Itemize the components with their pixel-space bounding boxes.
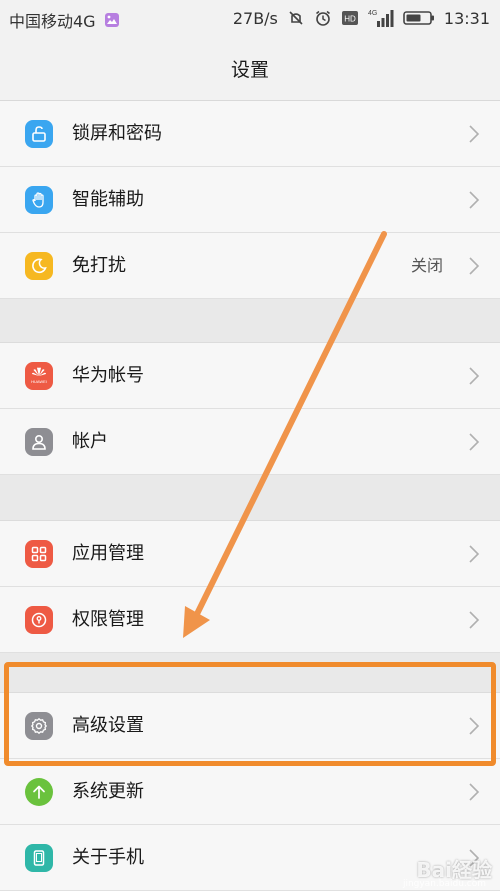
settings-item-permission-management[interactable]: 权限管理: [0, 587, 500, 653]
gear-icon: [25, 712, 53, 740]
chevron-right-icon: [469, 545, 480, 563]
update-icon: [25, 778, 53, 806]
settings-item-label: 应用管理: [72, 543, 144, 564]
settings-item-label: 免打扰: [72, 255, 126, 276]
group-divider: [0, 299, 500, 343]
chevron-right-icon: [469, 433, 480, 451]
settings-item-label: 权限管理: [72, 609, 144, 630]
settings-item-label: 高级设置: [72, 715, 144, 736]
chevron-right-icon: [469, 367, 480, 385]
settings-item-advanced-settings[interactable]: 高级设置: [0, 693, 500, 759]
hd-badge-text: HD: [344, 15, 356, 24]
settings-item-do-not-disturb[interactable]: 免打扰 关闭: [0, 233, 500, 299]
alarm-icon: [314, 9, 332, 27]
watermark-url: jingyan.baidu.com: [402, 879, 486, 889]
status-bar: 中国移动4G 27B/s HD 4G 13:31: [0, 0, 500, 36]
status-left: 中国移动4G: [9, 8, 120, 32]
settings-item-label: 锁屏和密码: [72, 123, 162, 144]
settings-item-label: 智能辅助: [72, 189, 144, 210]
huawei-logo-text: HUAWEI: [31, 379, 47, 384]
group-divider: [0, 475, 500, 521]
apps-icon: [25, 540, 53, 568]
network-type: 4G: [368, 10, 377, 17]
chevron-right-icon: [469, 257, 480, 275]
phone-icon: [25, 844, 53, 872]
settings-item-huawei-account[interactable]: HUAWEI 华为帐号: [0, 343, 500, 409]
hd-icon: HD: [341, 9, 359, 27]
chevron-right-icon: [469, 125, 480, 143]
settings-item-label: 华为帐号: [72, 365, 144, 386]
settings-item-label: 系统更新: [72, 781, 144, 802]
moon-icon: [25, 252, 53, 280]
group-divider: [0, 653, 500, 693]
status-right: 27B/s HD 4G 13:31: [233, 8, 490, 28]
chevron-right-icon: [469, 783, 480, 801]
dnd-status-value: 关闭: [410, 256, 443, 275]
page-title: 设置: [230, 58, 269, 81]
chevron-right-icon: [469, 611, 480, 629]
user-icon: [25, 428, 53, 456]
settings-item-app-management[interactable]: 应用管理: [0, 521, 500, 587]
gallery-icon: [104, 12, 120, 28]
settings-item-lock-screen[interactable]: 锁屏和密码: [0, 101, 500, 167]
lock-icon: [25, 120, 53, 148]
network-speed: 27B/s: [232, 8, 278, 28]
signal-icon: 4G: [368, 8, 394, 28]
mute-icon: [287, 9, 305, 27]
settings-item-smart-assist[interactable]: 智能辅助: [0, 167, 500, 233]
permission-icon: [25, 606, 53, 634]
settings-item-label: 关于手机: [72, 847, 144, 868]
hand-icon: [25, 186, 53, 214]
carrier-label: 中国移动4G: [9, 12, 96, 31]
clock: 13:31: [443, 8, 490, 28]
battery-icon: [403, 10, 435, 26]
huawei-icon: HUAWEI: [25, 362, 53, 390]
settings-item-accounts[interactable]: 帐户: [0, 409, 500, 475]
chevron-right-icon: [469, 191, 480, 209]
header: 设置: [0, 36, 500, 101]
settings-item-system-update[interactable]: 系统更新: [0, 759, 500, 825]
settings-item-label: 帐户: [72, 431, 108, 452]
chevron-right-icon: [469, 717, 480, 735]
